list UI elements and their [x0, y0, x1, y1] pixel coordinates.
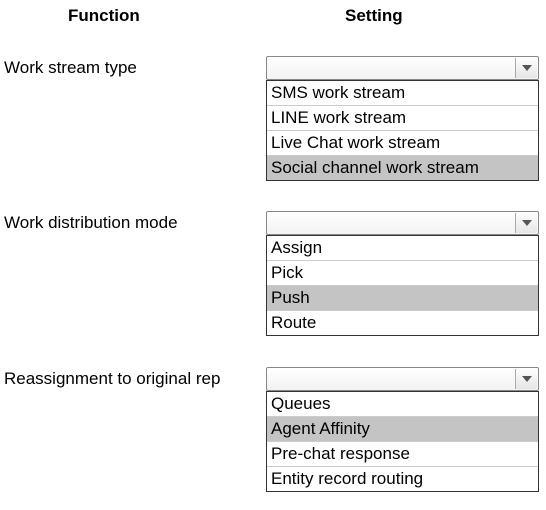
dropdown-reassignment-to-original-rep[interactable] [266, 367, 539, 391]
option-sms-work-stream[interactable]: SMS work stream [267, 81, 538, 106]
dropdown-work-stream-type[interactable] [266, 56, 539, 80]
option-live-chat-work-stream[interactable]: Live Chat work stream [267, 131, 538, 156]
option-push[interactable]: Push [267, 286, 538, 311]
row-label-work-distribution-mode: Work distribution mode [4, 213, 178, 233]
column-header-setting: Setting [345, 6, 403, 26]
option-pre-chat-response[interactable]: Pre-chat response [267, 442, 538, 467]
option-route[interactable]: Route [267, 311, 538, 335]
option-social-channel-work-stream[interactable]: Social channel work stream [267, 156, 538, 180]
dropdown-button-work-stream-type[interactable] [515, 58, 537, 78]
listbox-work-stream-type: SMS work stream LINE work stream Live Ch… [266, 80, 539, 181]
option-pick[interactable]: Pick [267, 261, 538, 286]
chevron-down-icon [522, 376, 532, 382]
settings-table: Function Setting Work stream type SMS wo… [0, 0, 546, 510]
option-queues[interactable]: Queues [267, 392, 538, 417]
dropdown-button-reassignment-to-original-rep[interactable] [515, 369, 537, 389]
option-agent-affinity[interactable]: Agent Affinity [267, 417, 538, 442]
chevron-down-icon [522, 220, 532, 226]
dropdown-button-work-distribution-mode[interactable] [515, 213, 537, 233]
chevron-down-icon [522, 65, 532, 71]
dropdown-work-distribution-mode[interactable] [266, 211, 539, 235]
column-header-function: Function [68, 6, 140, 26]
option-line-work-stream[interactable]: LINE work stream [267, 106, 538, 131]
row-label-work-stream-type: Work stream type [4, 58, 137, 78]
listbox-work-distribution-mode: Assign Pick Push Route [266, 235, 539, 336]
option-assign[interactable]: Assign [267, 236, 538, 261]
option-entity-record-routing[interactable]: Entity record routing [267, 467, 538, 491]
row-label-reassignment-to-original-rep: Reassignment to original rep [4, 369, 220, 389]
listbox-reassignment-to-original-rep: Queues Agent Affinity Pre-chat response … [266, 391, 539, 492]
